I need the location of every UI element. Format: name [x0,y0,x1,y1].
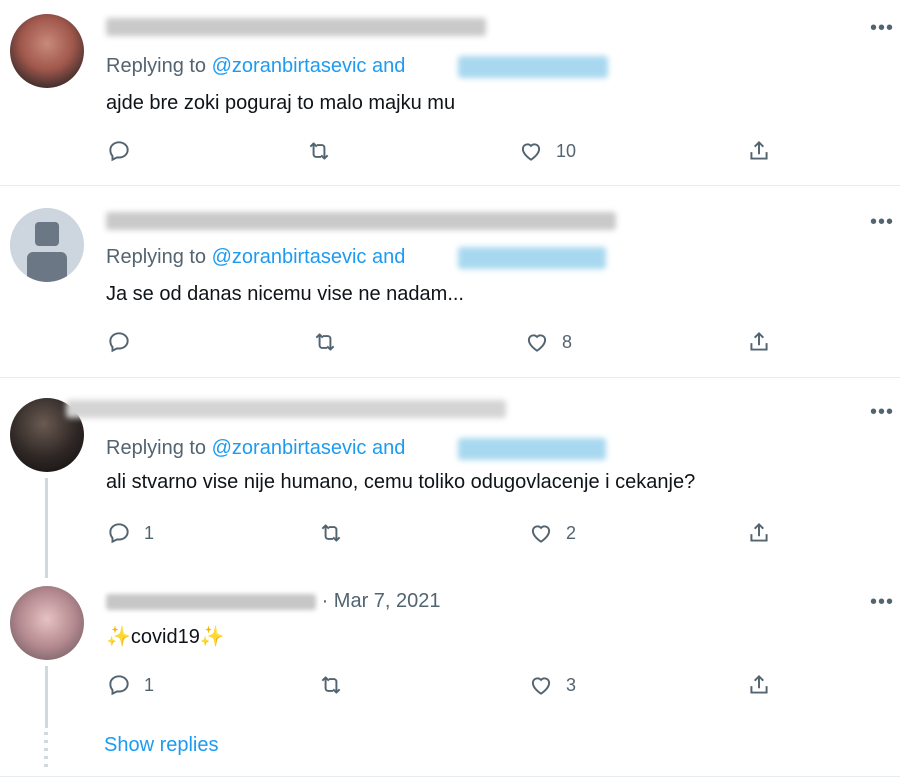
share-icon [750,674,768,694]
heart-icon [531,677,551,695]
share-icon [750,140,768,160]
like-button[interactable]: 8 [524,327,572,357]
redacted-author-name [106,593,316,610]
like-button[interactable]: 3 [528,670,576,700]
retweet-icon [321,524,341,542]
heart-icon [521,143,541,161]
like-button[interactable]: 10 [518,136,576,166]
tweet[interactable]: ••• Replying to @zoranbirtasevic and Ja … [0,186,900,376]
share-icon [750,331,768,351]
share-icon [750,522,768,542]
heart-icon [527,334,547,352]
and-label: and [372,437,406,459]
tweet[interactable]: ••• Replying to @zoranbirtasevic and ajd… [0,0,900,184]
more-icon[interactable]: ••• [870,402,894,422]
replying-to-line: Replying to @zoranbirtasevic and [106,437,405,460]
retweet-button[interactable] [306,136,344,166]
redacted-mention [458,56,608,78]
tweet-date[interactable]: Mar 7, 2021 [334,590,441,612]
replying-label: Replying to [106,437,207,459]
reply-button[interactable]: 1 [106,670,154,700]
reply-count: 1 [144,522,155,543]
like-count: 2 [566,522,577,543]
thread-line [45,666,48,728]
retweet-button[interactable] [318,518,356,548]
thread-line [45,478,48,578]
tweet-text: Ja se od danas nicemu vise ne nadam... [106,283,464,305]
replying-to-line: Replying to @zoranbirtasevic and [106,55,405,78]
tweet[interactable]: · Mar 7, 2021 ••• ✨covid19✨ 1 3 Show rep… [0,578,900,781]
avatar[interactable] [10,14,84,88]
more-icon[interactable]: ••• [870,592,894,612]
retweet-button[interactable] [318,670,356,700]
header-separator: · [321,590,329,612]
avatar[interactable] [10,208,84,282]
redacted-author-name [106,212,616,230]
tweet[interactable]: ••• Replying to @zoranbirtasevic and ali… [0,378,900,578]
thread-dots [44,732,48,772]
like-button[interactable]: 2 [528,518,576,548]
share-button[interactable] [746,670,772,700]
sparkles-icon: ✨ [106,626,131,648]
reply-icon [109,332,129,353]
more-icon[interactable]: ••• [870,212,894,232]
mention-link[interactable]: @zoranbirtasevic [212,246,367,268]
action-bar: 8 [106,327,786,357]
tweet-text: ajde bre zoki poguraj to malo majku mu [106,92,456,114]
reply-icon [109,523,129,544]
replying-label: Replying to [106,55,207,77]
retweet-icon [321,676,341,694]
reply-icon [109,675,129,696]
mention-link[interactable]: @zoranbirtasevic [212,55,367,77]
reply-icon [109,141,129,162]
reply-button[interactable] [106,136,144,166]
share-button[interactable] [746,136,772,166]
reply-count: 1 [144,674,155,695]
redacted-mention [458,438,606,460]
action-bar: 1 3 [106,670,786,700]
redacted-mention [458,247,606,269]
show-replies-link[interactable]: Show replies [104,734,219,757]
like-count: 10 [556,140,577,161]
tweet-text: ✨covid19✨ [106,624,225,649]
more-icon[interactable]: ••• [870,18,894,38]
tweet-text: ali stvarno vise nije humano, cemu tolik… [106,471,696,493]
like-count: 3 [566,674,577,695]
heart-icon [531,525,551,543]
tweet-text-main: covid19 [130,626,200,648]
action-bar: 10 [106,136,786,166]
replying-to-line: Replying to @zoranbirtasevic and [106,246,405,269]
redacted-author-name [106,18,486,36]
divider [0,776,900,777]
and-label: and [372,246,406,268]
retweet-button[interactable] [312,327,350,357]
reply-button[interactable] [106,327,144,357]
redacted-author-name [66,400,506,418]
sparkles-icon: ✨ [199,626,225,648]
default-avatar-body [27,252,67,282]
share-button[interactable] [746,518,772,548]
reply-button[interactable]: 1 [106,518,154,548]
default-avatar-head [35,222,59,246]
mention-link[interactable]: @zoranbirtasevic [212,437,367,459]
share-button[interactable] [746,327,772,357]
tweet-header: · Mar 7, 2021 [106,590,441,613]
action-bar: 1 2 [106,518,786,548]
retweet-icon [315,333,335,351]
retweet-icon [309,142,329,160]
like-count: 8 [562,331,573,352]
replying-label: Replying to [106,246,207,268]
and-label: and [372,55,406,77]
avatar[interactable] [10,586,84,660]
